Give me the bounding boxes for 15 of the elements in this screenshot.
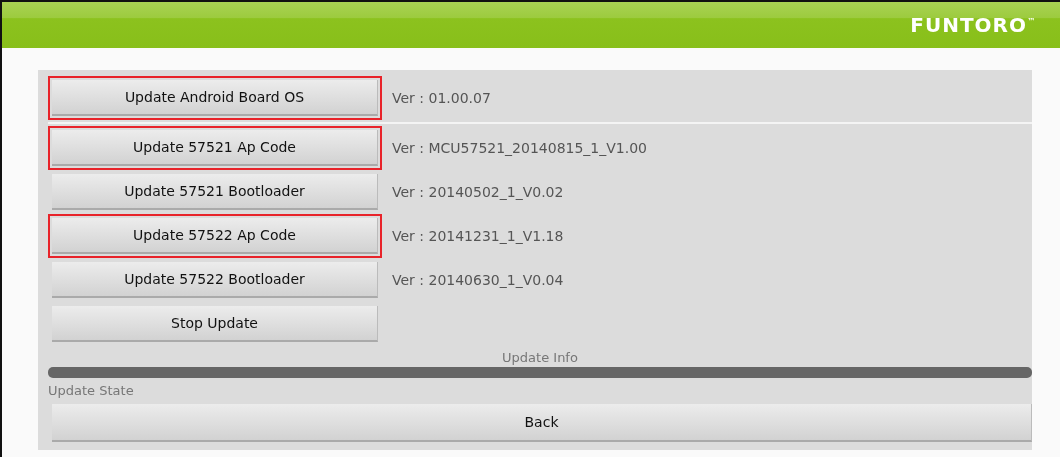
update-button[interactable]: Update 57521 Ap Code	[52, 130, 378, 166]
update-button[interactable]: Stop Update	[52, 306, 378, 342]
version-text: Ver : 20140502_1_V0.02	[392, 184, 564, 200]
update-button[interactable]: Update 57522 Bootloader	[52, 262, 378, 298]
version-text: Ver : MCU57521_20140815_1_V1.00	[392, 140, 648, 156]
version-text: Ver : 20141231_1_V1.18	[392, 228, 564, 244]
update-button[interactable]: Update Android Board OS	[52, 80, 378, 116]
update-info-label: Update Info	[501, 350, 579, 365]
version-text: Ver : 20140630_1_V0.04	[392, 272, 564, 288]
update-state-label: Update State	[48, 383, 135, 398]
back-button[interactable]: Back	[52, 404, 1032, 442]
logo: FUNTORO$^{™}$	[910, 13, 1036, 37]
version-text: Ver : 01.00.07	[392, 90, 491, 106]
update-button[interactable]: Update 57521 Bootloader	[52, 174, 378, 210]
update-button[interactable]: Update 57522 Ap Code	[52, 218, 378, 254]
